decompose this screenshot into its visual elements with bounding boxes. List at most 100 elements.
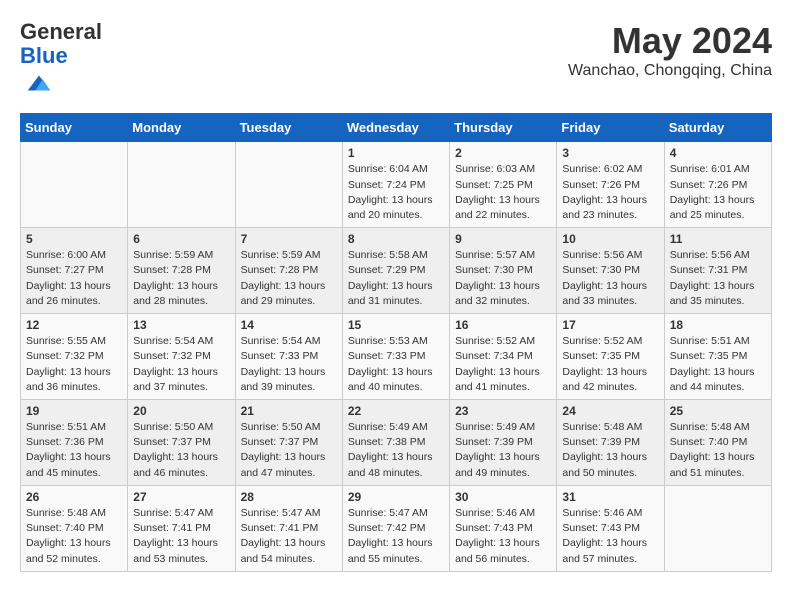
calendar-cell: 18 Sunrise: 5:51 AM Sunset: 7:35 PM Dayli… [664,314,771,400]
calendar-cell: 26Sunrise: 5:48 AM Sunset: 7:40 PM Dayli… [21,485,128,571]
day-info: Sunrise: 5:49 AM Sunset: 7:39 PM Dayligh… [455,420,551,481]
calendar-cell: 14 Sunrise: 5:54 AM Sunset: 7:33 PM Dayli… [235,314,342,400]
calendar-cell: 28 Sunrise: 5:47 AM Sunset: 7:41 PM Dayli… [235,485,342,571]
day-info: Sunrise: 5:51 AM Sunset: 7:36 PM Dayligh… [26,420,122,481]
day-number: 24 [562,404,658,418]
calendar-cell: 6Sunrise: 5:59 AM Sunset: 7:28 PM Daylig… [128,228,235,314]
day-info: Sunrise: 5:56 AM Sunset: 7:30 PM Dayligh… [562,248,658,309]
day-number: 14 [241,318,337,332]
calendar-cell: 10 Sunrise: 5:56 AM Sunset: 7:30 PM Dayli… [557,228,664,314]
calendar-cell: 1 Sunrise: 6:04 AM Sunset: 7:24 PM Daylig… [342,142,449,228]
day-info: Sunrise: 5:54 AM Sunset: 7:33 PM Dayligh… [241,334,337,395]
day-number: 22 [348,404,444,418]
calendar-cell: 25Sunrise: 5:48 AM Sunset: 7:40 PM Dayli… [664,400,771,486]
day-number: 25 [670,404,766,418]
logo-blue: Blue [20,43,68,68]
weekday-header-thursday: Thursday [450,114,557,142]
day-number: 18 [670,318,766,332]
calendar-cell: 5 Sunrise: 6:00 AM Sunset: 7:27 PM Daylig… [21,228,128,314]
day-number: 29 [348,490,444,504]
calendar-week-3: 12 Sunrise: 5:55 AM Sunset: 7:32 PM Dayli… [21,314,772,400]
day-info: Sunrise: 5:50 AM Sunset: 7:37 PM Dayligh… [133,420,229,481]
calendar-cell: 7 Sunrise: 5:59 AM Sunset: 7:28 PM Daylig… [235,228,342,314]
day-number: 3 [562,146,658,160]
day-number: 6 [133,232,229,246]
weekday-header-monday: Monday [128,114,235,142]
day-info: Sunrise: 5:46 AM Sunset: 7:43 PM Dayligh… [562,506,658,567]
day-info: Sunrise: 6:04 AM Sunset: 7:24 PM Dayligh… [348,162,444,223]
day-info: Sunrise: 5:54 AM Sunset: 7:32 PM Dayligh… [133,334,229,395]
day-number: 30 [455,490,551,504]
day-info: Sunrise: 6:03 AM Sunset: 7:25 PM Dayligh… [455,162,551,223]
day-number: 1 [348,146,444,160]
calendar-cell: 29 Sunrise: 5:47 AM Sunset: 7:42 PM Dayli… [342,485,449,571]
day-number: 5 [26,232,122,246]
calendar-cell: 16 Sunrise: 5:52 AM Sunset: 7:34 PM Dayli… [450,314,557,400]
day-info: Sunrise: 5:58 AM Sunset: 7:29 PM Dayligh… [348,248,444,309]
day-info: Sunrise: 5:47 AM Sunset: 7:41 PM Dayligh… [241,506,337,567]
calendar-cell: 12 Sunrise: 5:55 AM Sunset: 7:32 PM Dayli… [21,314,128,400]
day-info: Sunrise: 5:53 AM Sunset: 7:33 PM Dayligh… [348,334,444,395]
calendar-cell: 23 Sunrise: 5:49 AM Sunset: 7:39 PM Dayli… [450,400,557,486]
day-number: 26 [26,490,122,504]
month-year: May 2024 [568,20,772,62]
day-number: 27 [133,490,229,504]
calendar-cell: 22 Sunrise: 5:49 AM Sunset: 7:38 PM Dayli… [342,400,449,486]
calendar-cell: 3 Sunrise: 6:02 AM Sunset: 7:26 PM Daylig… [557,142,664,228]
day-info: Sunrise: 5:59 AM Sunset: 7:28 PM Dayligh… [241,248,337,309]
day-number: 28 [241,490,337,504]
day-info: Sunrise: 6:02 AM Sunset: 7:26 PM Dayligh… [562,162,658,223]
logo-icon [24,68,54,98]
day-info: Sunrise: 5:52 AM Sunset: 7:34 PM Dayligh… [455,334,551,395]
calendar-week-4: 19 Sunrise: 5:51 AM Sunset: 7:36 PM Dayli… [21,400,772,486]
calendar-week-2: 5 Sunrise: 6:00 AM Sunset: 7:27 PM Daylig… [21,228,772,314]
day-number: 7 [241,232,337,246]
day-number: 31 [562,490,658,504]
calendar-table: SundayMondayTuesdayWednesdayThursdayFrid… [20,113,772,571]
day-number: 21 [241,404,337,418]
day-number: 2 [455,146,551,160]
calendar-cell: 17Sunrise: 5:52 AM Sunset: 7:35 PM Dayli… [557,314,664,400]
calendar-cell: 11Sunrise: 5:56 AM Sunset: 7:31 PM Dayli… [664,228,771,314]
calendar-cell [128,142,235,228]
title-block: May 2024 Wanchao, Chongqing, China [568,20,772,80]
calendar-cell [21,142,128,228]
calendar-cell: 8 Sunrise: 5:58 AM Sunset: 7:29 PM Daylig… [342,228,449,314]
day-info: Sunrise: 5:56 AM Sunset: 7:31 PM Dayligh… [670,248,766,309]
calendar-header: SundayMondayTuesdayWednesdayThursdayFrid… [21,114,772,142]
calendar-cell: 20Sunrise: 5:50 AM Sunset: 7:37 PM Dayli… [128,400,235,486]
calendar-cell: 27 Sunrise: 5:47 AM Sunset: 7:41 PM Dayli… [128,485,235,571]
day-number: 12 [26,318,122,332]
day-number: 16 [455,318,551,332]
calendar-cell: 24Sunrise: 5:48 AM Sunset: 7:39 PM Dayli… [557,400,664,486]
calendar-cell: 19 Sunrise: 5:51 AM Sunset: 7:36 PM Dayli… [21,400,128,486]
day-number: 10 [562,232,658,246]
weekday-header-sunday: Sunday [21,114,128,142]
logo-general: General [20,19,102,44]
calendar-cell [664,485,771,571]
day-info: Sunrise: 5:51 AM Sunset: 7:35 PM Dayligh… [670,334,766,395]
weekday-header-saturday: Saturday [664,114,771,142]
weekday-header-tuesday: Tuesday [235,114,342,142]
calendar-week-5: 26Sunrise: 5:48 AM Sunset: 7:40 PM Dayli… [21,485,772,571]
calendar-cell: 2 Sunrise: 6:03 AM Sunset: 7:25 PM Daylig… [450,142,557,228]
day-info: Sunrise: 6:00 AM Sunset: 7:27 PM Dayligh… [26,248,122,309]
day-info: Sunrise: 5:57 AM Sunset: 7:30 PM Dayligh… [455,248,551,309]
day-number: 8 [348,232,444,246]
day-info: Sunrise: 5:47 AM Sunset: 7:41 PM Dayligh… [133,506,229,567]
page-header: GeneralBlue May 2024 Wanchao, Chongqing,… [20,20,772,103]
day-number: 9 [455,232,551,246]
day-number: 23 [455,404,551,418]
day-info: Sunrise: 5:47 AM Sunset: 7:42 PM Dayligh… [348,506,444,567]
calendar-cell: 30 Sunrise: 5:46 AM Sunset: 7:43 PM Dayli… [450,485,557,571]
calendar-week-1: 1 Sunrise: 6:04 AM Sunset: 7:24 PM Daylig… [21,142,772,228]
calendar-cell: 13Sunrise: 5:54 AM Sunset: 7:32 PM Dayli… [128,314,235,400]
day-info: Sunrise: 5:55 AM Sunset: 7:32 PM Dayligh… [26,334,122,395]
day-info: Sunrise: 5:46 AM Sunset: 7:43 PM Dayligh… [455,506,551,567]
weekday-header-friday: Friday [557,114,664,142]
day-number: 19 [26,404,122,418]
day-info: Sunrise: 5:49 AM Sunset: 7:38 PM Dayligh… [348,420,444,481]
calendar-cell: 9 Sunrise: 5:57 AM Sunset: 7:30 PM Daylig… [450,228,557,314]
calendar-cell: 4Sunrise: 6:01 AM Sunset: 7:26 PM Daylig… [664,142,771,228]
logo: GeneralBlue [20,20,102,103]
